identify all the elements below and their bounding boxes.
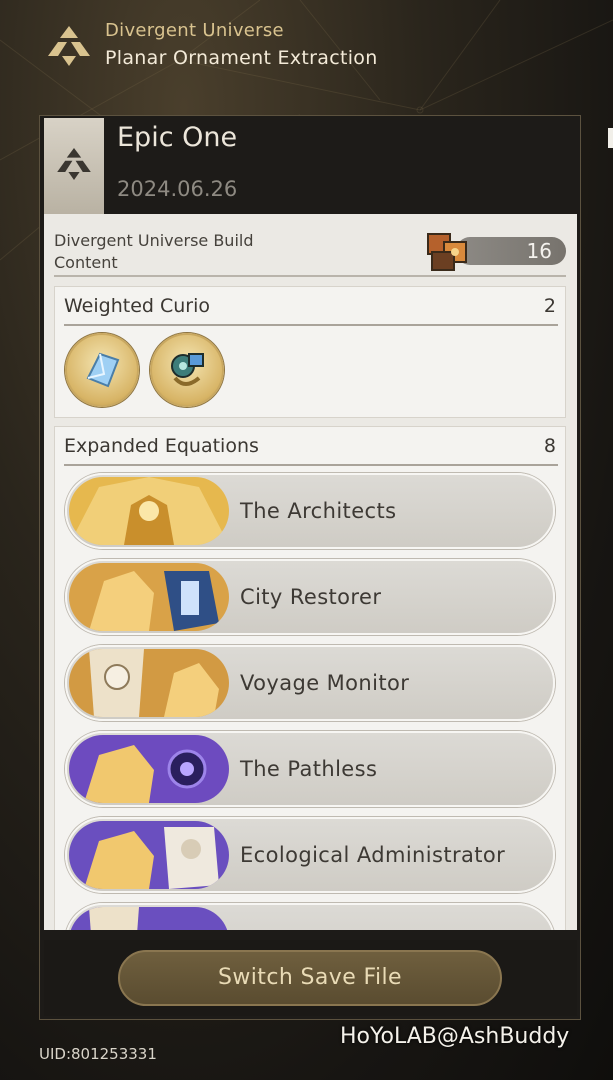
architects-art-icon — [69, 477, 229, 545]
user-uid: UID:801253331 — [39, 1045, 157, 1063]
mechanical-compass-curio-icon — [171, 353, 204, 386]
expanded-equations-title: Expanded Equations — [64, 435, 259, 457]
header-subtitle: Planar Ornament Extraction — [105, 47, 378, 69]
equation-item[interactable] — [65, 903, 555, 930]
equation-label: The Architects — [240, 499, 397, 523]
weighted-curio-count: 2 — [543, 295, 556, 317]
equation-art — [69, 563, 229, 631]
build-content-label: Divergent Universe Build Content — [54, 231, 254, 272]
crystal-shard-curio-icon — [86, 352, 120, 388]
save-file-date: 2024.06.26 — [117, 177, 238, 201]
equation-art — [69, 735, 229, 803]
equation-art-icon — [69, 907, 229, 930]
save-file-name: Epic One — [117, 122, 238, 153]
build-content-count: 16 — [526, 239, 552, 263]
curio-item[interactable] — [65, 333, 139, 407]
city-restorer-art-icon — [69, 563, 229, 631]
equation-item[interactable]: Voyage Monitor — [65, 645, 555, 721]
equation-item[interactable]: The Architects — [65, 473, 555, 549]
curio-item[interactable] — [150, 333, 224, 407]
edge-indicator — [608, 128, 613, 148]
equation-item[interactable]: Ecological Administrator — [65, 817, 555, 893]
ecological-administrator-art-icon — [69, 821, 229, 889]
expanded-equations-section: Expanded Equations 8 The Architects City… — [54, 426, 566, 930]
build-cube-icon — [427, 233, 467, 271]
equation-art — [69, 907, 229, 930]
divider — [64, 464, 558, 466]
expanded-equations-count: 8 — [543, 435, 556, 457]
equation-item[interactable]: City Restorer — [65, 559, 555, 635]
equation-label: The Pathless — [240, 757, 378, 781]
pathless-art-icon — [69, 735, 229, 803]
equation-art — [69, 477, 229, 545]
divider — [64, 324, 558, 326]
equation-art — [69, 821, 229, 889]
equation-label: Ecological Administrator — [240, 843, 506, 867]
header-title: Divergent Universe — [105, 20, 284, 41]
divergent-universe-emblem-icon — [57, 148, 91, 180]
switch-save-file-button[interactable]: Switch Save File — [118, 950, 502, 1006]
build-content-panel[interactable]: Divergent Universe Build Content 16 Weig… — [44, 214, 577, 930]
equation-label: Voyage Monitor — [240, 671, 410, 695]
divergent-universe-emblem-icon — [48, 26, 90, 66]
weighted-curio-title: Weighted Curio — [64, 295, 211, 317]
divider — [54, 275, 566, 277]
weighted-curio-section: Weighted Curio 2 — [54, 286, 566, 418]
equation-item[interactable]: The Pathless — [65, 731, 555, 807]
save-file-tab[interactable] — [44, 118, 104, 214]
watermark: HoYoLAB@AshBuddy — [340, 1024, 570, 1049]
voyage-monitor-art-icon — [69, 649, 229, 717]
equation-label: City Restorer — [240, 585, 382, 609]
equation-art — [69, 649, 229, 717]
